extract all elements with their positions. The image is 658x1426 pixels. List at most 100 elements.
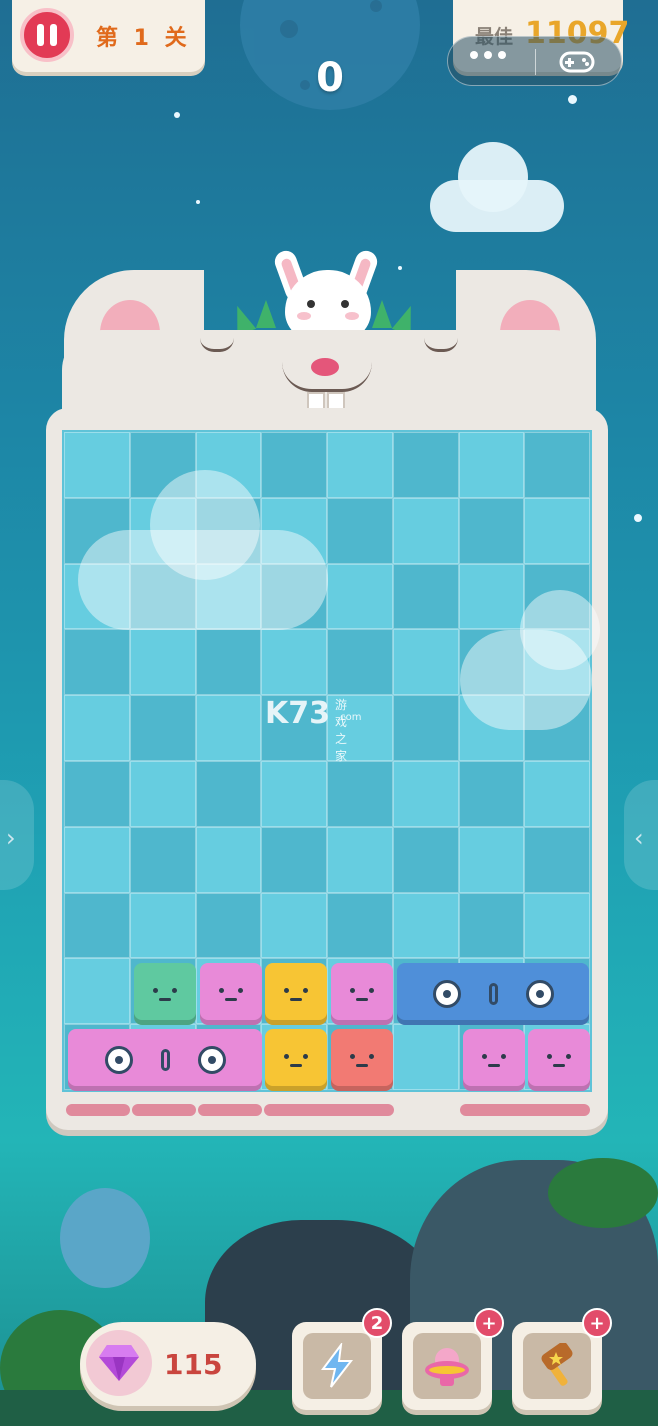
board-cell[interactable] <box>64 761 130 827</box>
star <box>568 95 577 104</box>
board-cell[interactable] <box>195 826 262 893</box>
board-cell[interactable] <box>64 892 130 959</box>
board-cell[interactable] <box>392 892 459 959</box>
board-cell[interactable] <box>327 826 393 893</box>
board-cell[interactable] <box>458 761 525 827</box>
more-dots-icon[interactable] <box>470 51 520 59</box>
board-cell[interactable] <box>64 826 130 893</box>
board-cell[interactable] <box>261 432 327 498</box>
board-cell[interactable] <box>392 1024 459 1090</box>
cat-nose <box>311 358 339 376</box>
board-cell[interactable] <box>392 826 459 893</box>
block-blue-long[interactable] <box>397 963 589 1025</box>
board-cell[interactable] <box>458 497 525 564</box>
next-row-segment <box>198 1104 262 1116</box>
board-cloud <box>150 470 260 580</box>
block-yellow[interactable] <box>265 1029 327 1091</box>
board-cell[interactable] <box>327 629 393 696</box>
block-yellow[interactable] <box>265 963 327 1025</box>
board-cell[interactable] <box>129 892 196 959</box>
level-label: 第 1 关 <box>96 26 191 51</box>
board-cell[interactable] <box>458 892 525 959</box>
board-cell[interactable] <box>458 826 525 893</box>
board-cell[interactable] <box>392 497 459 564</box>
block-pink[interactable] <box>331 963 393 1025</box>
watermark: K73 游戏之家 .com <box>265 696 362 763</box>
block-pink[interactable] <box>200 963 262 1025</box>
board-cell[interactable] <box>524 892 590 959</box>
board-cell[interactable] <box>195 695 262 761</box>
star <box>174 112 180 118</box>
board-cloud <box>520 590 600 670</box>
side-tab-left[interactable]: › <box>0 780 34 890</box>
block-pink[interactable] <box>528 1029 590 1091</box>
current-score: 0 <box>316 55 344 101</box>
board-cell[interactable] <box>458 432 525 498</box>
planet-rock <box>60 1188 150 1288</box>
board-cell[interactable] <box>261 761 327 827</box>
cloud <box>458 142 528 212</box>
watermark-domain: .com <box>337 712 362 723</box>
mini-program-capsule <box>447 36 622 86</box>
board-cell[interactable] <box>327 761 393 827</box>
next-row-segment <box>66 1104 130 1116</box>
board-cell[interactable] <box>392 563 459 630</box>
board-cell[interactable] <box>64 958 130 1025</box>
watermark-brand: K73 <box>265 696 330 731</box>
board-cell[interactable] <box>524 432 590 498</box>
board-cell[interactable] <box>195 892 262 959</box>
board-cell[interactable] <box>524 761 590 827</box>
hammer-icon <box>523 1333 591 1399</box>
board-cell[interactable] <box>392 629 459 696</box>
board-cell[interactable] <box>195 761 262 827</box>
next-row-segment <box>132 1104 196 1116</box>
board-cell[interactable] <box>261 892 327 959</box>
board-cell[interactable] <box>64 695 130 761</box>
chevron-left-icon: ‹ <box>634 824 644 852</box>
pause-button[interactable] <box>20 8 74 62</box>
block-pink[interactable] <box>463 1029 525 1091</box>
board-cell[interactable] <box>261 629 327 696</box>
gamepad-icon[interactable] <box>559 49 595 79</box>
chevron-right-icon: › <box>6 824 16 852</box>
star <box>398 266 402 270</box>
board-cell[interactable] <box>327 892 393 959</box>
gem-count: 115 <box>164 1348 223 1381</box>
watermark-cn: 游戏之家 <box>335 698 348 763</box>
board-cell[interactable] <box>392 761 459 827</box>
bush <box>548 1158 658 1228</box>
board-cell[interactable] <box>392 695 459 761</box>
board-cell[interactable] <box>129 761 196 827</box>
tool-ufo-button[interactable] <box>402 1322 492 1410</box>
tool-ufo-badge: + <box>474 1308 504 1338</box>
board-cell[interactable] <box>129 695 196 761</box>
board-cell[interactable] <box>129 629 196 696</box>
board-cell[interactable] <box>327 563 393 630</box>
board-cell[interactable] <box>64 432 130 498</box>
board-cell[interactable] <box>64 629 130 696</box>
tool-hammer-badge: + <box>582 1308 612 1338</box>
next-row-segment <box>264 1104 394 1116</box>
board-cell[interactable] <box>327 432 393 498</box>
board-cell[interactable] <box>458 563 525 630</box>
board-cell[interactable] <box>261 826 327 893</box>
block-pink-long[interactable] <box>68 1029 262 1091</box>
tool-lightning-badge: 2 <box>362 1308 392 1338</box>
block-salmon[interactable] <box>331 1029 393 1091</box>
grass <box>256 300 276 328</box>
ufo-icon <box>413 1333 481 1399</box>
pause-icon <box>34 24 60 46</box>
gem-icon <box>86 1330 152 1396</box>
board-cell[interactable] <box>129 826 196 893</box>
star <box>196 200 200 204</box>
lightning-icon <box>303 1333 371 1399</box>
block-green[interactable] <box>134 963 196 1025</box>
board-cell[interactable] <box>524 826 590 893</box>
board-cell[interactable] <box>524 497 590 564</box>
board-cell[interactable] <box>392 432 459 498</box>
side-tab-right[interactable]: ‹ <box>624 780 658 890</box>
board-cell[interactable] <box>195 629 262 696</box>
board-cell[interactable] <box>327 497 393 564</box>
grass <box>372 300 392 328</box>
next-row-segment <box>460 1104 590 1116</box>
